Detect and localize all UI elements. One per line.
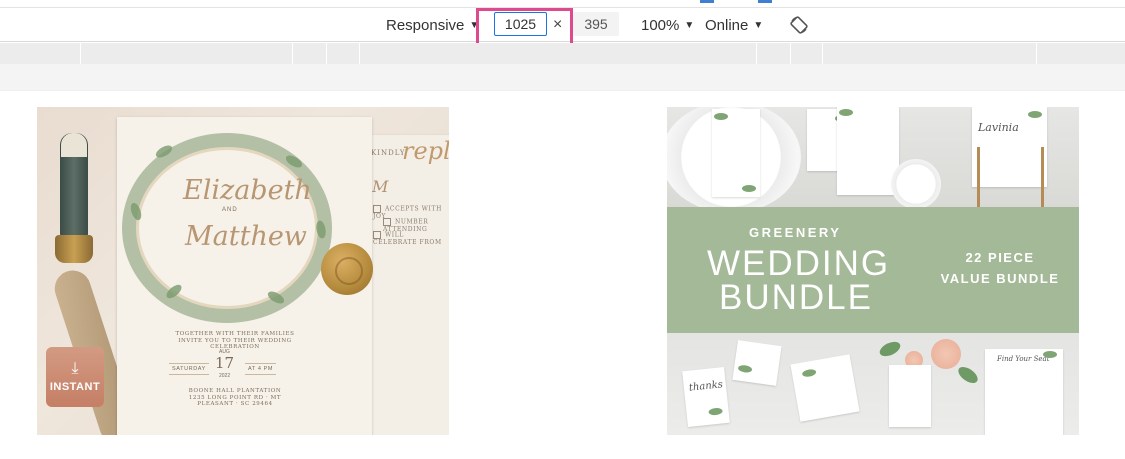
reply-m: M (372, 177, 389, 196)
device-mode-label: Responsive (386, 16, 465, 34)
menu-card (712, 109, 760, 197)
peony-flower (931, 339, 961, 369)
wax-seal (321, 243, 373, 295)
instant-badge-label: INSTANT (49, 381, 101, 393)
banner-bundle: BUNDLE (719, 278, 873, 317)
leaf-decoration (1043, 351, 1057, 358)
media-query-segment[interactable] (292, 43, 293, 64)
easel (977, 147, 980, 207)
thank-you-card: thanks (682, 366, 730, 428)
instant-download-badge: ⤓ INSTANT (46, 347, 104, 407)
media-query-bar (0, 43, 1125, 64)
leaf-decoration (839, 109, 853, 116)
banner-wedding: WEDDING (707, 244, 891, 283)
invite-date: 17 (215, 354, 235, 372)
reply-regret: WILL CELEBRATE FROM (373, 231, 449, 247)
mini-script-2: thanks (688, 379, 724, 394)
leaf-decoration (742, 185, 756, 192)
caret-down-icon: ▼ (753, 19, 764, 31)
zoom-dropdown[interactable]: 100% ▼ (641, 8, 694, 42)
leaf-decoration (714, 113, 728, 120)
mini-script-3: Find Your Seat (997, 355, 1050, 363)
invite-venue: BOONE HALL PLANTATION (188, 388, 282, 394)
invite-year: 2022 (219, 373, 231, 379)
leaf-decoration (708, 407, 723, 416)
invite-line-2: INVITE YOU TO THEIR WEDDING CELEBRATION (178, 338, 292, 350)
thank-you-card (732, 340, 782, 386)
download-icon: ⤓ (71, 360, 79, 377)
seating-chart: Find Your Seat (985, 349, 1063, 435)
media-query-segment[interactable] (359, 43, 360, 64)
height-value: 395 (584, 16, 608, 32)
media-query-segment[interactable] (822, 43, 823, 64)
invite-second-name: Matthew (185, 221, 307, 252)
product-image-greenery-bundle[interactable]: Lavinia GREENERY WEDDING BUNDLE 22 PIECE… (667, 107, 1079, 435)
banner-piece-count: 22 PIECE (965, 250, 1035, 265)
zoom-label: 100% (641, 16, 680, 34)
leaf-decoration (737, 364, 753, 374)
welcome-sign: Lavinia (972, 107, 1047, 187)
tab-indicator (700, 0, 714, 3)
media-query-segment[interactable] (80, 43, 81, 64)
wax-stamp-top (61, 133, 87, 157)
invite-time: AT 4 PM (245, 363, 277, 375)
media-query-segment[interactable] (1036, 43, 1037, 64)
ruler-bar (0, 64, 1125, 91)
media-query-segment[interactable] (790, 43, 791, 64)
media-query-segment[interactable] (326, 43, 327, 64)
throttling-label: Online (705, 16, 749, 34)
invite-line-1: TOGETHER WITH THEIR FAMILIES (175, 331, 295, 337)
leaf-decoration (801, 368, 817, 378)
reply-script: reply (402, 137, 449, 165)
small-plate (891, 159, 941, 209)
tab-indicator (758, 0, 772, 3)
height-input[interactable]: 395 (573, 12, 619, 36)
media-query-segment[interactable] (756, 43, 757, 64)
easel (1041, 147, 1044, 207)
throttling-dropdown[interactable]: Online ▼ (705, 8, 763, 42)
invite-and: AND (222, 207, 238, 213)
caret-down-icon: ▼ (684, 19, 695, 31)
invite-first-name: Elizabeth (183, 175, 312, 206)
leaf-decoration (1028, 111, 1042, 118)
reply-kindly: KINDLY (371, 149, 406, 157)
wax-stamp-base (55, 235, 93, 263)
device-mode-dropdown[interactable]: Responsive ▼ (386, 8, 479, 42)
details-card (889, 365, 931, 427)
invite-address: 1235 LONG POINT RD · MT PLEASANT · SC 29… (188, 395, 282, 407)
banner-greenery: GREENERY (749, 225, 842, 240)
invite-day: SATURDAY (169, 363, 209, 375)
rotate-icon (790, 16, 808, 34)
invitation-mini-card (837, 107, 899, 195)
banner-value-bundle: VALUE BUNDLE (940, 271, 1060, 286)
window-top-edge (0, 0, 1125, 8)
envelope (790, 354, 860, 422)
rotate-button[interactable] (789, 8, 809, 42)
mini-script-1: Lavinia (978, 121, 1019, 134)
product-image-wedding-invitation[interactable]: KINDLY reply M ACCEPTS WITH JOY NUMBER A… (37, 107, 449, 435)
